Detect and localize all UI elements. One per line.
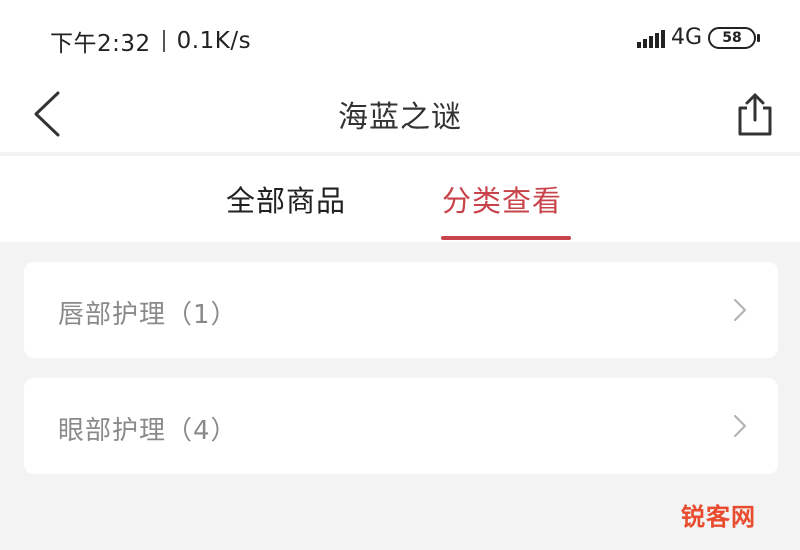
category-label: 眼部护理（4）: [58, 416, 238, 446]
network-type: 4G: [670, 25, 702, 50]
status-left: 下午2:32 0.1K/s: [50, 24, 251, 58]
status-time: 下午2:32: [50, 31, 151, 57]
page-title: 海蓝之谜: [338, 100, 462, 135]
status-bar: 下午2:32 0.1K/s 4G 58: [0, 0, 800, 78]
battery-level: 58: [722, 29, 742, 46]
category-item-lip-care[interactable]: 唇部护理（1）: [24, 262, 778, 358]
category-item-eye-care[interactable]: 眼部护理（4）: [24, 378, 778, 474]
signal-icon: [636, 28, 665, 48]
share-button[interactable]: [730, 84, 780, 144]
chevron-right-icon: [733, 298, 747, 322]
tab-category-view[interactable]: 分类查看: [442, 178, 562, 220]
tab-all-products[interactable]: 全部商品: [226, 178, 346, 220]
nav-bar: 海蓝之谜: [0, 78, 800, 152]
share-icon: [738, 93, 772, 136]
active-tab-indicator: [441, 236, 571, 240]
network-speed: 0.1K/s: [176, 28, 252, 54]
chevron-right-icon: [733, 414, 747, 438]
category-label: 唇部护理（1）: [58, 300, 238, 330]
watermark-logo: 锐客网: [681, 503, 756, 531]
battery-icon: 58: [708, 26, 760, 49]
app-screen: 下午2:32 0.1K/s 4G 58 海蓝之谜 全部商品 分类查看 唇部护理（…: [0, 0, 800, 550]
tab-bar: 全部商品 分类查看: [0, 156, 800, 242]
status-divider: [162, 30, 165, 52]
status-right: 4G 58: [636, 25, 760, 50]
